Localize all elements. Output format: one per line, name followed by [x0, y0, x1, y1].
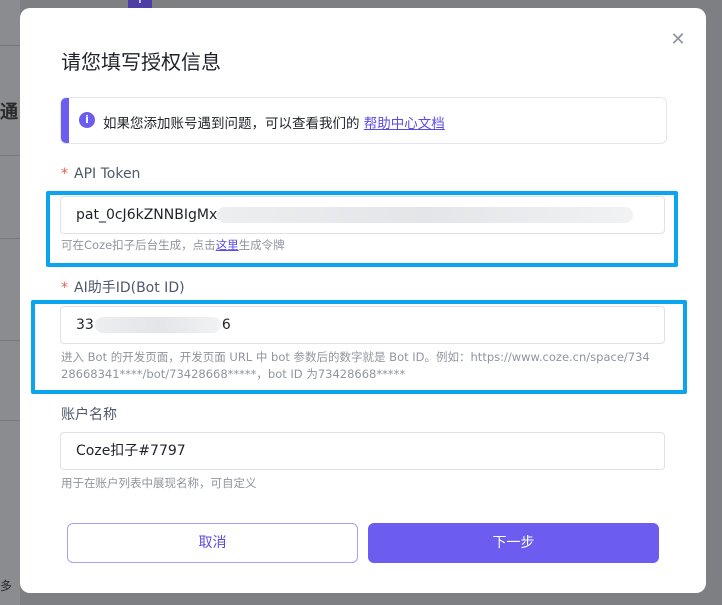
account-name-input[interactable]: Coze扣子#7797 — [60, 432, 665, 470]
info-icon: i — [79, 112, 95, 128]
help-notice: i 如果您添加账号遇到问题，可以查看我们的 帮助中心文档 — [60, 97, 667, 144]
notice-message: 如果您添加账号遇到问题，可以查看我们的 — [103, 116, 364, 132]
help-center-link[interactable]: 帮助中心文档 — [364, 116, 445, 132]
divider — [0, 155, 20, 156]
notice-text: 如果您添加账号遇到问题，可以查看我们的 帮助中心文档 — [103, 112, 445, 132]
highlight-box-api-token — [46, 191, 678, 267]
divider — [0, 238, 20, 239]
required-mark: * — [61, 280, 68, 296]
dialog-title: 请您填写授权信息 — [61, 50, 221, 74]
divider — [0, 420, 20, 421]
api-token-label: * API Token — [61, 166, 140, 182]
cancel-button[interactable]: 取消 — [67, 523, 358, 563]
close-icon[interactable]: ✕ — [669, 31, 687, 49]
bot-id-label-text: AI助手ID(Bot ID) — [74, 280, 185, 296]
api-token-label-text: API Token — [74, 166, 141, 182]
background-label: 通 — [0, 102, 18, 123]
authorization-dialog: ✕ 请您填写授权信息 i 如果您添加账号遇到问题，可以查看我们的 帮助中心文档 … — [20, 8, 706, 593]
background-footer-text: 多 — [0, 579, 13, 593]
account-name-hint: 用于在账户列表中展现名称，可自定义 — [61, 476, 257, 490]
required-mark: * — [61, 166, 68, 182]
next-step-button[interactable]: 下一步 — [368, 523, 659, 563]
account-name-label: 账户名称 — [61, 407, 117, 423]
notice-accent-bar — [61, 98, 69, 143]
highlight-box-bot-id — [31, 300, 687, 394]
divider — [0, 340, 20, 341]
bot-id-label: * AI助手ID(Bot ID) — [61, 277, 185, 297]
account-name-value: Coze扣子#7797 — [76, 443, 186, 459]
background-sidebar — [0, 0, 20, 605]
divider — [0, 45, 20, 46]
